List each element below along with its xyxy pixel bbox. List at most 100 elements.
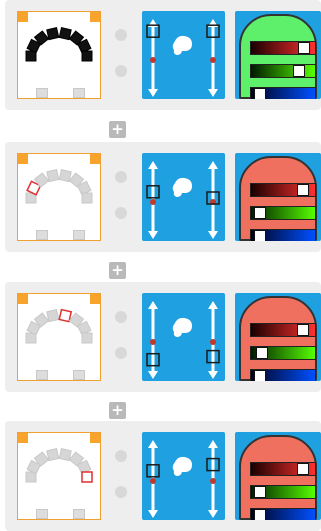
red-channel-slider[interactable] (250, 462, 316, 476)
blue-channel-slider[interactable] (250, 508, 316, 520)
led-segment[interactable] (25, 332, 37, 344)
green-channel-slider[interactable] (250, 485, 316, 499)
led-segment[interactable] (58, 448, 72, 462)
arc-foot (73, 88, 85, 98)
connector-dot (115, 29, 127, 41)
color-panel[interactable] (235, 153, 321, 241)
red-channel-knob[interactable] (297, 324, 309, 336)
led-segment[interactable] (25, 50, 37, 62)
led-segment[interactable] (46, 448, 60, 462)
red-channel-knob[interactable] (297, 184, 309, 196)
color-bulb (239, 156, 317, 241)
green-channel-slider[interactable] (250, 346, 316, 360)
servo-panel[interactable] (142, 153, 225, 241)
blue-channel-knob[interactable] (254, 88, 266, 99)
arrow-up-icon (148, 301, 158, 309)
connector-dot (115, 450, 127, 462)
step-card (5, 421, 321, 531)
red-channel-slider[interactable] (250, 41, 316, 55)
servo-graphic (146, 161, 220, 239)
connector-dot (115, 486, 127, 498)
servo-panel[interactable] (142, 432, 225, 520)
connector-dot (115, 311, 127, 323)
led-arc (25, 27, 93, 62)
red-channel-knob[interactable] (297, 463, 309, 475)
led-segment[interactable] (58, 308, 73, 323)
connector-dot (115, 65, 127, 77)
green-channel-knob[interactable] (254, 207, 266, 219)
servo-graphic (146, 19, 220, 97)
robot-head-icon (172, 456, 192, 476)
arrow-up-icon (148, 440, 158, 448)
step-card (5, 282, 321, 392)
led-segment[interactable] (46, 27, 60, 41)
step-card (5, 0, 321, 110)
robot-head-icon (172, 177, 192, 197)
red-channel-slider[interactable] (250, 323, 316, 337)
servo-center-mark (210, 57, 216, 63)
color-bulb (239, 296, 317, 381)
color-panel[interactable] (235, 293, 321, 381)
led-segment[interactable] (81, 471, 93, 483)
servo-center-mark (150, 199, 156, 205)
connector-dot (115, 171, 127, 183)
led-segment[interactable] (58, 169, 72, 183)
arc-foot (73, 230, 85, 240)
green-channel-knob[interactable] (254, 486, 266, 498)
green-channel-knob[interactable] (293, 65, 305, 77)
led-segment[interactable] (46, 169, 60, 183)
robot-head-icon (172, 35, 192, 55)
green-channel-knob[interactable] (256, 347, 268, 359)
led-segment[interactable] (58, 27, 72, 41)
arc-foot (36, 230, 48, 240)
servo-panel[interactable] (142, 293, 225, 381)
led-segment[interactable] (81, 50, 93, 62)
arc-foot (73, 509, 85, 519)
color-panel[interactable] (235, 11, 321, 99)
servo-graphic (146, 301, 220, 379)
blue-channel-knob[interactable] (254, 509, 266, 520)
arrow-down-icon (148, 510, 158, 518)
robot-head-icon (172, 317, 192, 337)
blue-channel-slider[interactable] (250, 369, 316, 381)
led-arc-panel[interactable] (17, 432, 101, 520)
arrow-up-icon (208, 161, 218, 169)
led-arc-panel[interactable] (17, 153, 101, 241)
led-arc-panel[interactable] (17, 11, 101, 99)
add-step-button[interactable]: + (109, 121, 126, 138)
arrow-down-icon (148, 231, 158, 239)
red-channel-slider[interactable] (250, 183, 316, 197)
connector-dot (115, 207, 127, 219)
servo-center-mark (210, 478, 216, 484)
led-segment[interactable] (46, 309, 60, 323)
led-segment[interactable] (81, 332, 93, 344)
green-channel-slider[interactable] (250, 206, 316, 220)
step-card (5, 142, 321, 252)
servo-center-mark (150, 339, 156, 345)
color-bulb (239, 435, 317, 520)
blue-channel-slider[interactable] (250, 229, 316, 241)
green-channel-slider[interactable] (250, 64, 316, 78)
connector-dot (115, 347, 127, 359)
arrow-down-icon (208, 371, 218, 379)
arrow-down-icon (208, 89, 218, 97)
color-panel[interactable] (235, 432, 321, 520)
blue-channel-slider[interactable] (250, 87, 316, 99)
arrow-down-icon (148, 89, 158, 97)
led-segment[interactable] (25, 471, 37, 483)
arrow-up-icon (208, 301, 218, 309)
led-segment[interactable] (81, 192, 93, 204)
color-bulb (239, 14, 317, 99)
arrow-up-icon (208, 440, 218, 448)
add-step-button[interactable]: + (109, 262, 126, 279)
add-step-button[interactable]: + (109, 402, 126, 419)
led-arc-panel[interactable] (17, 293, 101, 381)
arc-foot (73, 370, 85, 380)
servo-center-mark (150, 478, 156, 484)
arc-foot (36, 370, 48, 380)
blue-channel-knob[interactable] (254, 370, 266, 381)
blue-channel-knob[interactable] (254, 230, 266, 241)
red-channel-knob[interactable] (298, 42, 310, 54)
arrow-down-icon (148, 371, 158, 379)
servo-panel[interactable] (142, 11, 225, 99)
